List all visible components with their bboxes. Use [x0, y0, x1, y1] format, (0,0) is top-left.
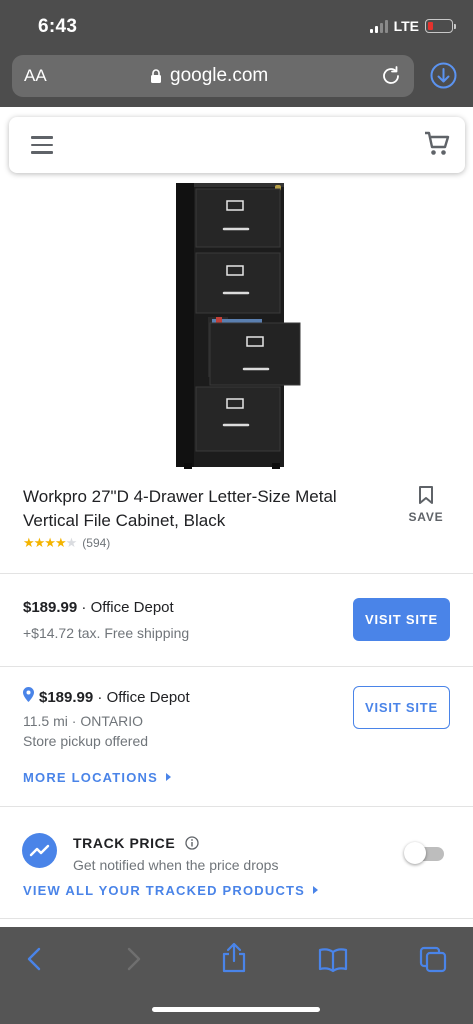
- more-locations-label: MORE LOCATIONS: [23, 770, 158, 785]
- more-locations-link[interactable]: MORE LOCATIONS: [23, 770, 171, 785]
- reload-icon[interactable]: [380, 65, 402, 87]
- track-price-label: TRACK PRICE: [73, 835, 176, 851]
- page-content: Workpro 27"D 4-Drawer Letter-Size Metal …: [0, 107, 473, 927]
- divider: [0, 573, 473, 574]
- shopping-header: [9, 117, 465, 173]
- view-tracked-products-label: VIEW ALL YOUR TRACKED PRODUCTS: [23, 883, 306, 898]
- offer-seller: · Office Depot: [81, 599, 174, 616]
- battery-icon: [425, 19, 456, 33]
- info-icon[interactable]: [185, 836, 199, 850]
- save-label: SAVE: [408, 510, 444, 524]
- cart-icon[interactable]: [423, 130, 451, 158]
- location-pin-icon: [23, 687, 34, 702]
- offer-details: +$14.72 tax. Free shipping: [23, 625, 190, 641]
- view-tracked-products-link[interactable]: VIEW ALL YOUR TRACKED PRODUCTS: [23, 883, 319, 898]
- track-price-title: TRACK PRICE: [73, 835, 199, 851]
- offer-price-line: $189.99 · Office Depot: [39, 689, 190, 706]
- caret-right-icon: [166, 773, 171, 781]
- bookmark-icon: [419, 486, 433, 504]
- store-distance: 11.5 mi · ONTARIO: [23, 713, 144, 729]
- status-bar: 6:43 LTE: [0, 0, 473, 52]
- divider: [0, 806, 473, 807]
- offer-price: $189.99: [23, 599, 78, 616]
- status-time: 6:43: [38, 16, 78, 37]
- tabs-icon[interactable]: [418, 945, 448, 973]
- lock-icon: [151, 69, 161, 83]
- url-text[interactable]: google.com: [170, 65, 268, 87]
- product-title: Workpro 27"D 4-Drawer Letter-Size Metal …: [23, 487, 337, 530]
- divider: [0, 666, 473, 667]
- offer-price: $189.99: [39, 689, 94, 706]
- address-bar[interactable]: AA google.com: [12, 55, 414, 97]
- caret-right-icon: [313, 886, 319, 894]
- share-icon[interactable]: [219, 941, 249, 973]
- product-image[interactable]: [160, 179, 310, 473]
- signal-icon: [369, 19, 388, 33]
- offer-price-line: $189.99 · Office Depot: [23, 599, 174, 616]
- visit-site-button[interactable]: VISIT SITE: [353, 598, 450, 641]
- review-count: (594): [82, 536, 111, 550]
- rating[interactable]: ★★★★★ (594): [23, 535, 110, 551]
- network-label: LTE: [393, 18, 419, 34]
- menu-icon[interactable]: [31, 136, 53, 154]
- track-price-subtitle: Get notified when the price drops: [73, 857, 279, 873]
- trending-icon: [22, 833, 57, 868]
- track-price-toggle[interactable]: [404, 842, 446, 864]
- status-indicators: LTE: [369, 18, 456, 34]
- bookmarks-icon[interactable]: [318, 945, 348, 973]
- store-pickup: Store pickup offered: [23, 733, 149, 749]
- back-icon[interactable]: [20, 945, 50, 973]
- save-button[interactable]: SAVE: [402, 485, 450, 531]
- visit-site-button[interactable]: VISIT SITE: [353, 686, 450, 729]
- star-rating: ★★★★★: [23, 535, 77, 550]
- forward-icon[interactable]: [118, 945, 148, 973]
- divider: [0, 918, 473, 919]
- home-indicator[interactable]: [152, 1007, 320, 1012]
- offer-seller: · Office Depot: [97, 689, 190, 706]
- text-size-button[interactable]: AA: [24, 66, 47, 86]
- downloads-icon[interactable]: [430, 62, 457, 89]
